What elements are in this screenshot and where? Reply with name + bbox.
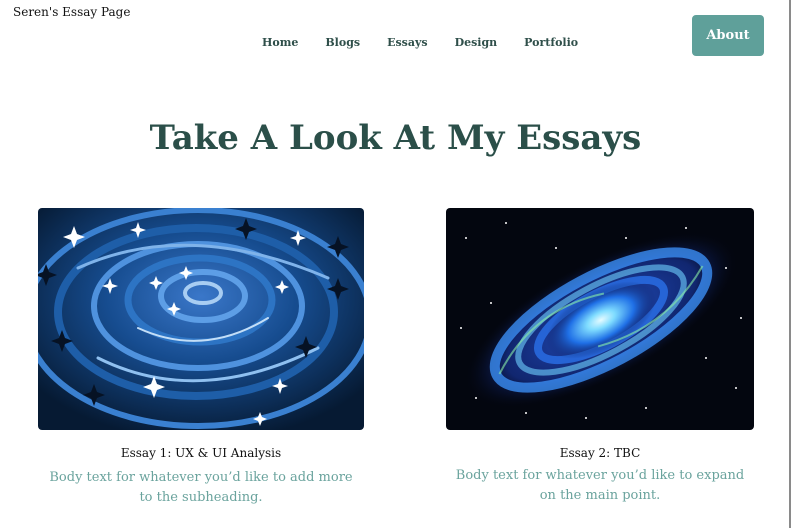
site-title: Seren's Essay Page [13, 5, 131, 19]
nav-home[interactable]: Home [262, 36, 298, 49]
nav-essays[interactable]: Essays [387, 36, 427, 49]
nav-design[interactable]: Design [455, 36, 498, 49]
essay-2-body: Body text for whatever you’d like to exp… [455, 468, 745, 503]
essay-2-title[interactable]: Essay 2: TBC [446, 446, 754, 460]
essay-card-2[interactable]: Essay 2: TBC Body text for whatever you’… [446, 208, 754, 506]
essay-card-1[interactable]: Essay 1: UX & UI Analysis Body text for … [38, 208, 364, 508]
nav-blogs[interactable]: Blogs [325, 36, 360, 49]
essay-1-body: Body text for whatever you’d like to add… [49, 470, 353, 505]
page-heading: Take A Look At My Essays [149, 118, 642, 158]
galaxy-image [446, 208, 754, 430]
swirl-painting-image [38, 208, 364, 430]
nav-portfolio[interactable]: Portfolio [524, 36, 578, 49]
essay-1-title[interactable]: Essay 1: UX & UI Analysis [38, 446, 364, 460]
main-nav: Home Blogs Essays Design Portfolio [262, 36, 605, 49]
about-button[interactable]: About [692, 15, 764, 56]
